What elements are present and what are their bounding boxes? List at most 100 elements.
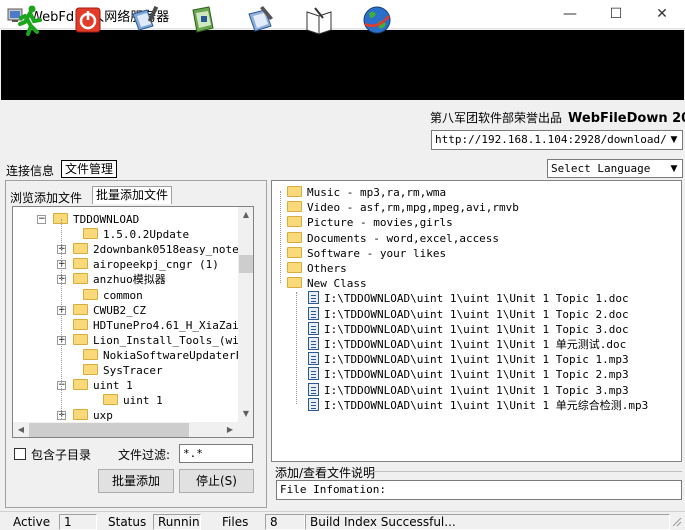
tree-horizontal-thumb[interactable]: [29, 423, 189, 437]
folder-icon: [83, 228, 98, 239]
file-description-input[interactable]: File Infomation:: [276, 480, 682, 500]
help-button[interactable]: 使用帮助: [295, 4, 343, 56]
shared-file-item[interactable]: I:\TDDOWNLOAD\uint 1\uint 1\Unit 1 Topic…: [308, 291, 629, 306]
tree-item[interactable]: anzhuo模拟器: [73, 272, 166, 287]
settings-panel-button[interactable]: 设置面板: [237, 4, 285, 56]
connection-info-button[interactable]: 连接信息: [121, 4, 169, 56]
shared-file-item[interactable]: I:\TDDOWNLOAD\uint 1\uint 1\Unit 1 单元综合检…: [308, 398, 648, 413]
file-manager-button[interactable]: 文件管理: [179, 4, 227, 56]
tree-guide-line: [61, 219, 62, 419]
tree-item[interactable]: uxp: [73, 408, 113, 423]
folder-tree[interactable]: − TDDOWNLOAD 1.5.0.2Update +2downbank0518ea…: [12, 206, 254, 438]
folder-icon: [73, 273, 88, 284]
category-item[interactable]: Others: [287, 261, 347, 276]
shared-file-item[interactable]: I:\TDDOWNLOAD\uint 1\uint 1\Unit 1 单元测试.…: [308, 337, 626, 352]
tree-item[interactable]: SysTracer: [83, 363, 163, 378]
stop-service-button[interactable]: 停止服务: [64, 4, 112, 56]
resize-grip-icon[interactable]: [670, 515, 682, 527]
folder-icon: [287, 232, 302, 243]
file-manager-label: 文件管理: [179, 41, 228, 55]
folder-icon: [83, 349, 98, 360]
close-button[interactable]: ✕: [639, 0, 685, 29]
files-label: Files: [222, 515, 249, 529]
tree-item[interactable]: 1.5.0.2Update: [83, 227, 189, 242]
file-icon: [308, 322, 319, 335]
tree-item[interactable]: NokiaSoftwareUpdaterFor: [83, 348, 254, 363]
shared-file-item[interactable]: I:\TDDOWNLOAD\uint 1\uint 1\Unit 1 Topic…: [308, 367, 629, 382]
tree-item[interactable]: uint 1: [73, 378, 133, 393]
tab-browse-add[interactable]: 浏览添加文件: [10, 189, 82, 206]
shared-file-path: I:\TDDOWNLOAD\uint 1\uint 1\Unit 1 单元测试.…: [324, 338, 627, 351]
folder-icon: [287, 277, 302, 288]
tree-item[interactable]: uint 1: [103, 393, 163, 408]
tree-guide-line: [280, 191, 281, 283]
file-icon: [308, 291, 319, 304]
maximize-button[interactable]: ☐: [593, 0, 639, 29]
status-value: Running: [153, 514, 201, 530]
tree-vertical-scrollbar[interactable]: ▲ ▼: [238, 207, 253, 422]
tree-item[interactable]: airopeekpj_cngr (1): [73, 257, 219, 272]
shared-file-item[interactable]: I:\TDDOWNLOAD\uint 1\uint 1\Unit 1 Topic…: [308, 322, 629, 337]
scroll-down-icon[interactable]: ▼: [238, 406, 253, 422]
tree-item[interactable]: CWUB2_CZ: [73, 303, 146, 318]
batch-add-button[interactable]: 批量添加: [98, 469, 174, 493]
scroll-up-icon[interactable]: ▲: [238, 207, 253, 223]
category-label: Music - mp3,ra,rm,wma: [307, 186, 447, 199]
check-update-button[interactable]: 检测更新: [353, 4, 401, 56]
tree-item[interactable]: 2downbank0518easy_note: [73, 242, 239, 257]
shared-files-tree[interactable]: Music - mp3,ra,rm,wma Video - asf,rm,mpg,…: [271, 180, 682, 462]
tree-item-label: airopeekpj_cngr (1): [93, 258, 219, 271]
tab-connection-info[interactable]: 连接信息: [6, 162, 54, 179]
chevron-down-icon[interactable]: ▼: [666, 160, 682, 177]
chevron-down-icon[interactable]: ▼: [666, 131, 682, 149]
tree-item-label: uxp: [93, 409, 113, 422]
category-label: Documents - word,excel,access: [307, 232, 500, 245]
folder-icon: [83, 364, 98, 375]
folder-icon: [287, 262, 302, 273]
category-item[interactable]: Music - mp3,ra,rm,wma: [287, 185, 446, 200]
tree-item-label: SysTracer: [103, 364, 163, 377]
tree-item-label: uint 1: [123, 394, 163, 407]
check-update-label: 检测更新: [353, 41, 402, 55]
brand-name: WebFileDown 200: [568, 111, 685, 126]
tab-batch-add[interactable]: 批量添加文件: [92, 186, 172, 204]
url-combobox[interactable]: http://192.168.1.104:2928/download/ ▼: [431, 130, 683, 150]
active-label: Active: [13, 515, 51, 529]
minimize-button[interactable]: —: [547, 0, 593, 29]
stop-add-button[interactable]: 停止(S): [179, 469, 254, 493]
connection-info-icon: [132, 5, 159, 31]
tree-item[interactable]: HDTunePro4.61_H_XiaZaiB: [73, 318, 245, 333]
tab-file-management[interactable]: 文件管理: [61, 160, 117, 178]
folder-icon: [287, 247, 302, 258]
help-book-icon: [306, 7, 332, 35]
category-item[interactable]: Documents - word,excel,access: [287, 231, 499, 246]
file-description-value: File Infomation:: [280, 483, 386, 496]
start-service-button[interactable]: 启动服务: [6, 4, 54, 56]
language-select[interactable]: Select Language ▼: [547, 159, 683, 178]
connection-info-label: 连接信息: [121, 41, 170, 55]
tree-item-label: NokiaSoftwareUpdaterFor: [103, 349, 254, 362]
shared-file-item[interactable]: I:\TDDOWNLOAD\uint 1\uint 1\Unit 1 Topic…: [308, 383, 629, 398]
shared-file-path: I:\TDDOWNLOAD\uint 1\uint 1\Unit 1 Topic…: [324, 353, 629, 366]
file-icon: [308, 307, 319, 320]
folder-icon: [287, 186, 302, 197]
file-filter-input[interactable]: *.*: [179, 444, 253, 463]
include-subdir-checkbox[interactable]: [14, 448, 26, 460]
tree-item[interactable]: TDDOWNLOAD: [53, 212, 139, 227]
scroll-left-icon[interactable]: ◀: [13, 422, 29, 437]
tree-expander-icon[interactable]: −: [37, 215, 46, 224]
tree-vertical-thumb[interactable]: [239, 255, 253, 273]
category-item[interactable]: New Class: [287, 276, 367, 291]
category-item[interactable]: Software - your likes: [287, 246, 446, 261]
tree-item[interactable]: common: [83, 288, 143, 303]
folder-icon: [73, 243, 88, 254]
tree-item[interactable]: Lion_Install_Tools_(win: [73, 333, 245, 348]
shared-file-item[interactable]: I:\TDDOWNLOAD\uint 1\uint 1\Unit 1 Topic…: [308, 352, 629, 367]
folder-icon: [73, 319, 88, 330]
category-label: Others: [307, 262, 347, 275]
folder-icon: [73, 409, 88, 420]
category-item[interactable]: Video - asf,rm,mpg,mpeg,avi,rmvb: [287, 200, 519, 215]
category-item[interactable]: Picture - movies,girls: [287, 215, 453, 230]
scroll-right-icon[interactable]: ▶: [222, 422, 238, 437]
shared-file-item[interactable]: I:\TDDOWNLOAD\uint 1\uint 1\Unit 1 Topic…: [308, 307, 629, 322]
